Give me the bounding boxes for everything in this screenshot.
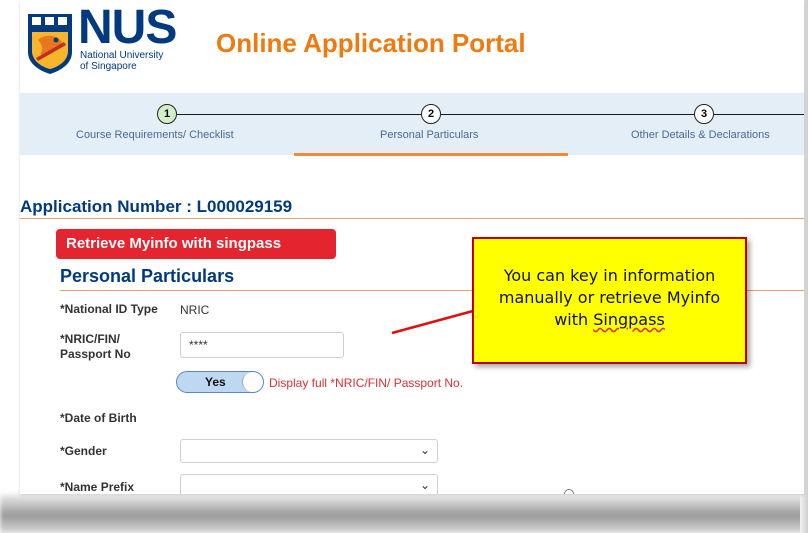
annotation-callout: You can key in information manually or r… <box>472 237 747 364</box>
application-number: Application Number : L000029159 <box>20 197 293 216</box>
page-shadow <box>0 494 808 533</box>
callout-line2: manually or retrieve Myinfo <box>498 288 721 307</box>
toggle-label: Yes <box>205 375 226 389</box>
progress-stepper: 1 Course Requirements/ Checklist 2 Perso… <box>20 93 804 156</box>
divider <box>20 218 804 219</box>
retrieve-myinfo-button[interactable]: Retrieve Myinfo with singpass <box>56 229 336 259</box>
portal-title: Online Application Portal <box>216 28 526 58</box>
step-1-label[interactable]: Course Requirements/ Checklist <box>76 129 234 141</box>
display-full-toggle[interactable]: Yes <box>176 371 264 393</box>
chevron-down-icon: ⌄ <box>419 443 430 457</box>
nric-label-line1: *NRIC/FIN/ <box>60 332 120 346</box>
step-connector <box>714 114 804 115</box>
dob-label: *Date of Birth <box>60 411 137 425</box>
step-2-label[interactable]: Personal Particulars <box>380 129 478 141</box>
callout-line3: with Singpass <box>474 309 745 331</box>
toggle-knob[interactable] <box>242 372 263 392</box>
chevron-down-icon: ⌄ <box>419 478 430 492</box>
current-step-indicator <box>294 153 568 156</box>
nus-logo-text: NUS <box>78 1 177 54</box>
logo-subtitle-line1: National University <box>80 50 164 61</box>
national-id-type-value: NRIC <box>180 303 210 317</box>
nus-logo-subtitle: National University of Singapore <box>80 50 163 72</box>
nric-label-line2: Passport No <box>60 347 131 361</box>
header: NUS National University of Singapore Onl… <box>20 0 804 80</box>
gender-label: *Gender <box>60 444 107 458</box>
step-3-circle[interactable]: 3 <box>694 104 714 124</box>
step-2-circle[interactable]: 2 <box>421 104 441 124</box>
step-connector <box>441 114 694 115</box>
national-id-type-label: *National ID Type <box>60 302 158 316</box>
nric-input[interactable] <box>180 332 344 358</box>
nus-crest-icon <box>28 14 72 74</box>
step-connector <box>177 114 421 115</box>
loading-spinner-icon <box>564 489 574 494</box>
name-prefix-label: *Name Prefix <box>60 480 135 494</box>
display-full-label: Display full *NRIC/FIN/ Passport No. <box>269 376 464 390</box>
nric-label: *NRIC/FIN/ Passport No <box>60 332 131 362</box>
application-page: NUS National University of Singapore Onl… <box>20 0 804 494</box>
step-1-circle[interactable]: 1 <box>157 104 177 124</box>
section-title: Personal Particulars <box>60 266 235 286</box>
callout-singpass-word: Singpass <box>593 310 665 329</box>
callout-line1: You can key in information <box>503 266 716 285</box>
name-prefix-select[interactable]: ⌄ <box>180 474 438 494</box>
callout-line3-prefix: with <box>554 310 594 329</box>
step-3-label[interactable]: Other Details & Declarations <box>631 129 770 141</box>
logo-subtitle-line2: of Singapore <box>80 61 137 72</box>
gender-select[interactable]: ⌄ <box>180 439 438 463</box>
